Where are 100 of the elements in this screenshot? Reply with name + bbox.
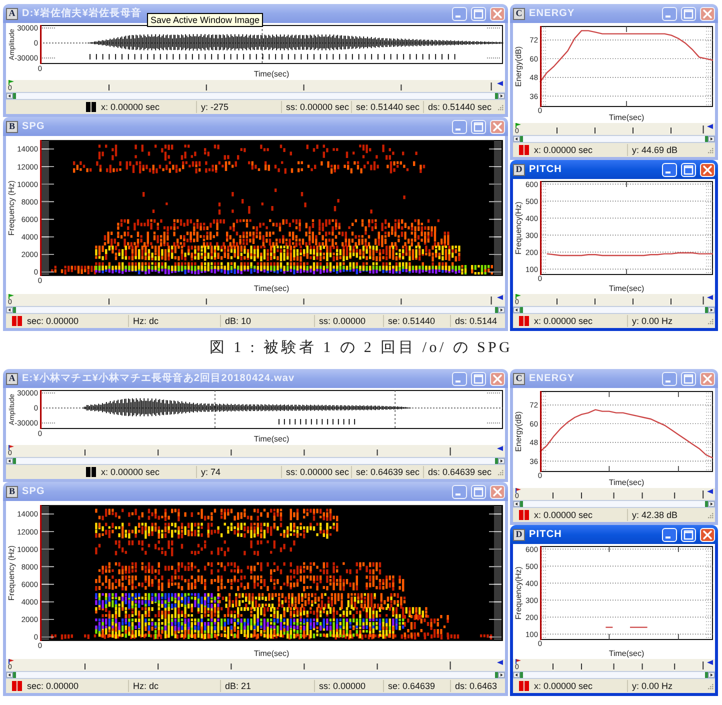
scroll-right-icon[interactable] — [498, 93, 505, 99]
scroll-right-icon[interactable] — [708, 672, 715, 678]
minimize-icon[interactable] — [452, 6, 467, 20]
scroll-right-icon[interactable] — [708, 136, 715, 142]
range-handle[interactable] — [705, 501, 708, 507]
resize-grip-icon[interactable] — [706, 682, 714, 690]
scroll-left-icon[interactable] — [6, 672, 13, 678]
axis-title: Time(sec) — [254, 284, 290, 293]
scroll-right-icon[interactable] — [498, 672, 505, 678]
status-text: x: 0.00000 sec — [101, 102, 160, 112]
end-marker-icon[interactable] — [707, 489, 713, 494]
end-marker-icon[interactable] — [707, 124, 713, 129]
end-marker-icon[interactable] — [497, 446, 503, 451]
range-handle[interactable] — [520, 672, 523, 678]
close-icon[interactable] — [490, 372, 505, 386]
status-text: y: -275 — [201, 102, 229, 112]
range-handle[interactable] — [705, 136, 708, 142]
window-title: PITCH — [529, 530, 562, 540]
status-text: x: 0.00000 sec — [534, 316, 593, 326]
window-title: D:¥岩佐信夫¥岩佐長母音 — [22, 8, 142, 18]
close-icon[interactable] — [490, 6, 505, 20]
range-handle[interactable] — [13, 93, 16, 99]
status-text: dB: 10 — [225, 316, 252, 326]
scroll-left-icon[interactable] — [6, 458, 13, 464]
range-handle[interactable] — [13, 307, 16, 313]
close-icon[interactable] — [700, 372, 715, 386]
close-icon[interactable] — [490, 484, 505, 498]
window-letter: D — [513, 164, 525, 176]
range-handle[interactable] — [495, 672, 498, 678]
scroll-left-icon[interactable] — [513, 672, 520, 678]
start-flag-icon[interactable] — [515, 659, 521, 664]
start-flag-icon[interactable] — [8, 659, 14, 664]
window-title: ENERGY — [529, 374, 575, 384]
start-flag-icon[interactable] — [8, 445, 14, 450]
status-text: ss: 0.00000 sec — [286, 468, 350, 476]
minimize-icon[interactable] — [452, 120, 467, 134]
maximize-icon[interactable] — [471, 484, 486, 498]
maximize-icon[interactable] — [471, 120, 486, 134]
range-handle[interactable] — [705, 672, 708, 678]
range-handle[interactable] — [495, 93, 498, 99]
scrollbar-track[interactable] — [513, 671, 715, 679]
maximize-icon[interactable] — [471, 372, 486, 386]
start-flag-icon[interactable] — [8, 80, 14, 85]
close-icon[interactable] — [700, 6, 715, 20]
range-handle[interactable] — [705, 307, 708, 313]
range-handle[interactable] — [520, 136, 523, 142]
maximize-icon[interactable] — [471, 6, 486, 20]
scroll-right-icon[interactable] — [498, 458, 505, 464]
range-handle[interactable] — [520, 307, 523, 313]
start-flag-icon[interactable] — [515, 294, 521, 299]
scrollbar-track[interactable] — [513, 306, 715, 314]
scroll-right-icon[interactable] — [708, 307, 715, 313]
scrollbar-track[interactable] — [6, 92, 505, 100]
axis-title: Energy(dB) — [514, 46, 523, 87]
minimize-icon[interactable] — [452, 372, 467, 386]
status-text: se: 0.51440 — [388, 316, 436, 326]
maximize-icon[interactable] — [681, 6, 696, 20]
scroll-right-icon[interactable] — [498, 307, 505, 313]
window-letter: B — [6, 120, 18, 132]
scroll-left-icon[interactable] — [513, 501, 520, 507]
cursor-line — [40, 390, 42, 429]
minimize-icon[interactable] — [662, 6, 677, 20]
window-title: E:¥小林マチエ¥小林マチエ長母音あ2回目20180424.wav — [22, 374, 295, 384]
status-text: sec: 0.00000 — [27, 682, 79, 690]
range-handle[interactable] — [495, 458, 498, 464]
scroll-left-icon[interactable] — [513, 307, 520, 313]
range-handle[interactable] — [13, 672, 16, 678]
scrollbar-track[interactable] — [6, 306, 505, 314]
range-handle[interactable] — [495, 307, 498, 313]
scroll-left-icon[interactable] — [513, 136, 520, 142]
minimize-icon[interactable] — [452, 484, 467, 498]
tooltip: Save Active Window Image — [147, 12, 263, 26]
scroll-left-icon[interactable] — [6, 307, 13, 313]
close-icon[interactable] — [490, 120, 505, 134]
resize-grip-icon[interactable] — [706, 146, 714, 154]
start-flag-icon[interactable] — [515, 123, 521, 128]
scrollbar-track[interactable] — [6, 671, 505, 679]
minimize-icon[interactable] — [662, 372, 677, 386]
range-handle[interactable] — [520, 501, 523, 507]
scrollbar-track[interactable] — [6, 457, 505, 465]
resize-grip-icon[interactable] — [706, 317, 714, 325]
scroll-left-icon[interactable] — [6, 93, 13, 99]
range-handle[interactable] — [13, 458, 16, 464]
end-marker-icon[interactable] — [707, 660, 713, 665]
resize-grip-icon[interactable] — [706, 511, 714, 519]
start-flag-icon[interactable] — [8, 294, 14, 299]
scrollbar-track[interactable] — [513, 135, 715, 143]
end-marker-icon[interactable] — [497, 81, 503, 86]
window-title: SPG — [22, 122, 45, 132]
scrollbar-track[interactable] — [513, 500, 715, 508]
end-marker-icon[interactable] — [497, 295, 503, 300]
end-marker-icon[interactable] — [497, 660, 503, 665]
status-text: ds: 0.6463 — [455, 682, 498, 690]
resize-grip-icon[interactable] — [496, 468, 504, 476]
resize-grip-icon[interactable] — [496, 103, 504, 111]
maximize-icon[interactable] — [681, 372, 696, 386]
start-flag-icon[interactable] — [515, 488, 521, 493]
end-marker-icon[interactable] — [707, 295, 713, 300]
scroll-right-icon[interactable] — [708, 501, 715, 507]
status-text: y: 44.69 dB — [632, 146, 678, 154]
